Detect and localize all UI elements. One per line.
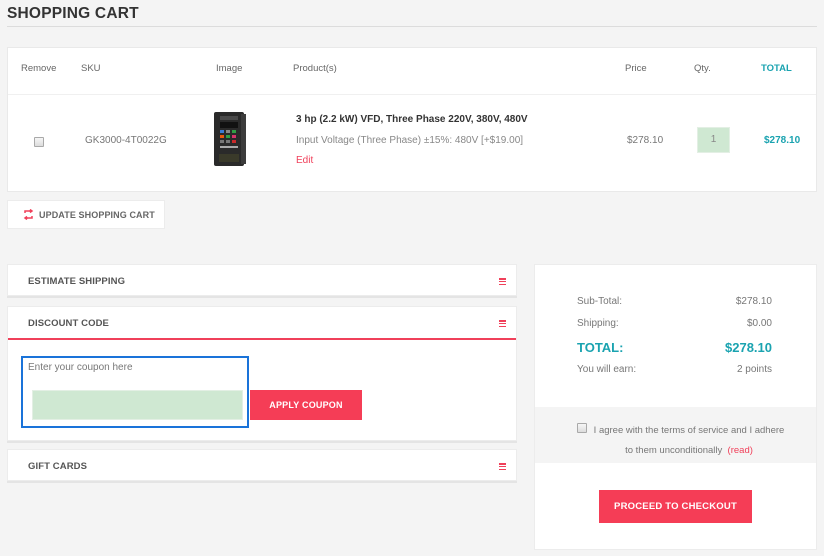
coupon-input[interactable] xyxy=(32,390,243,420)
total-value: $278.10 xyxy=(725,340,772,355)
shipping-label: Shipping: xyxy=(577,318,619,329)
gift-cards-panel[interactable]: GIFT CARDS xyxy=(7,449,517,481)
menu-icon[interactable] xyxy=(499,278,506,286)
shipping-row: Shipping: $0.00 xyxy=(577,318,772,329)
subtotal-label: Sub-Total: xyxy=(577,296,623,307)
coupon-label: Enter your coupon here xyxy=(28,362,133,373)
product-attributes: Input Voltage (Three Phase) ±15%: 480V [… xyxy=(296,135,524,146)
terms-label: I agree with the terms of service and I … xyxy=(593,425,785,456)
cart-table: Remove SKU Image Product(s) Price Qty. T… xyxy=(7,47,817,192)
coupon-field-group: Enter your coupon here xyxy=(21,356,249,428)
update-cart-label: UPDATE SHOPPING CART xyxy=(39,210,155,220)
estimate-shipping-panel[interactable]: ESTIMATE SHIPPING xyxy=(7,264,517,296)
apply-coupon-button[interactable]: APPLY COUPON xyxy=(250,390,362,420)
earn-value: 2 points xyxy=(736,364,772,375)
price-cell: $278.10 xyxy=(627,135,664,146)
menu-icon[interactable] xyxy=(499,320,506,328)
edit-link[interactable]: Edit xyxy=(296,155,313,166)
order-summary: Sub-Total: $278.10 Shipping: $0.00 TOTAL… xyxy=(534,264,817,550)
terms-read-link[interactable]: (read) xyxy=(728,445,753,456)
cart-table-header: Remove SKU Image Product(s) Price Qty. T… xyxy=(8,48,816,95)
subtotal-value: $278.10 xyxy=(735,296,772,307)
header-price: Price xyxy=(625,63,647,74)
header-remove: Remove xyxy=(21,63,57,74)
reward-points-row: You will earn: 2 points xyxy=(577,364,772,375)
header-qty: Qty. xyxy=(694,63,711,74)
menu-icon[interactable] xyxy=(499,463,506,471)
subtotal-row: Sub-Total: $278.10 xyxy=(577,296,772,307)
estimate-shipping-title: ESTIMATE SHIPPING xyxy=(28,276,126,287)
page-title: SHOPPING CART xyxy=(7,5,139,22)
terms-checkbox[interactable] xyxy=(577,423,587,433)
product-image[interactable] xyxy=(211,110,249,168)
discount-code-title[interactable]: DISCOUNT CODE xyxy=(28,318,109,329)
remove-checkbox[interactable] xyxy=(34,137,44,147)
terms-text: I agree with the terms of service and I … xyxy=(589,421,789,461)
product-name[interactable]: 3 hp (2.2 kW) VFD, Three Phase 220V, 380… xyxy=(296,114,528,125)
total-label: TOTAL: xyxy=(577,340,624,355)
shipping-value: $0.00 xyxy=(746,318,772,329)
header-sku: SKU xyxy=(81,63,101,74)
gift-cards-title: GIFT CARDS xyxy=(28,461,88,472)
header-product: Product(s) xyxy=(293,63,337,74)
sku-cell: GK3000-4T0022G xyxy=(85,135,167,146)
header-image: Image xyxy=(216,63,243,74)
quantity-input[interactable]: 1 xyxy=(697,127,730,153)
refresh-icon xyxy=(23,209,34,220)
earn-label: You will earn: xyxy=(577,364,637,375)
checkout-button[interactable]: PROCEED TO CHECKOUT xyxy=(599,490,752,523)
header-total: TOTAL xyxy=(761,63,792,74)
line-total: $278.10 xyxy=(764,135,801,146)
active-panel-underline xyxy=(8,338,516,340)
update-cart-button[interactable]: UPDATE SHOPPING CART xyxy=(7,200,165,229)
title-divider xyxy=(7,26,817,27)
terms-section: I agree with the terms of service and I … xyxy=(535,407,816,463)
total-row: TOTAL: $278.10 xyxy=(577,340,772,355)
